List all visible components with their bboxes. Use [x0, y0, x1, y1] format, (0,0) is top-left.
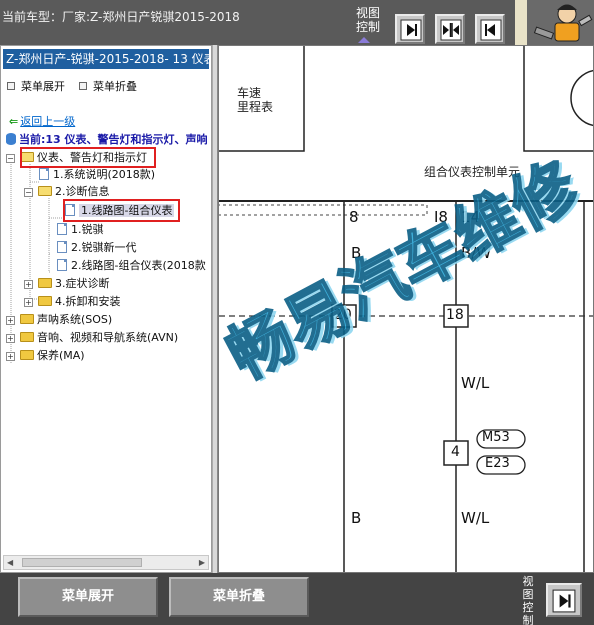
pin-8-label: 8: [349, 208, 359, 226]
arrow-left-icon: [480, 19, 502, 41]
split-view-button[interactable]: [435, 14, 465, 44]
mechanic-mascot-logo: [515, 0, 594, 45]
expand-toggle-icon[interactable]: +: [24, 298, 33, 307]
split-arrows-icon: [440, 19, 462, 41]
scroll-right-icon[interactable]: ▶: [199, 558, 205, 567]
expand-toggle-icon[interactable]: +: [6, 316, 15, 325]
view-control-label: 视图控制: [356, 6, 384, 43]
top-toolbar: 当前车型：厂家:Z-郑州日产锐骐2015-2018 视图控制: [0, 0, 594, 45]
tree-node-ruiqi[interactable]: 1.锐骐: [57, 222, 104, 238]
wire-color-wl-label: W/L: [461, 374, 490, 392]
tree-node-audio-video-navigation[interactable]: + 音响、视频和导航系统(AVN): [6, 330, 178, 346]
view-control-label-bottom: 视图控制: [522, 575, 534, 625]
expand-toggle-icon[interactable]: +: [6, 352, 15, 361]
folder-icon: [38, 278, 52, 288]
current-vehicle-label: 当前车型：厂家:Z-郑州日产锐骐2015-2018: [2, 10, 240, 24]
tree-node-removal-installation[interactable]: + 4.拆卸和安装: [24, 294, 121, 310]
tree-node-sonar-system[interactable]: + 声呐系统(SOS): [6, 312, 112, 328]
highlight-box-selected-item: [63, 199, 180, 222]
menu-collapse-button[interactable]: 菜单折叠: [169, 577, 309, 617]
tree-node-ruiqi-new-generation[interactable]: 2.锐骐新一代: [57, 240, 137, 256]
ground-m53-label: M53: [482, 430, 510, 445]
tree-node-system-description[interactable]: 1.系统说明(2018款): [39, 167, 155, 183]
next-view-button-bottom[interactable]: [546, 583, 582, 617]
horizontal-scrollbar[interactable]: ◀ ▶: [3, 555, 209, 570]
wire-color-wl-lower-label: W/L: [461, 509, 490, 527]
tree-node-diagnostic-info[interactable]: − 2.诊断信息: [24, 184, 110, 200]
previous-view-button[interactable]: [475, 14, 505, 44]
connector-4-label: 4: [451, 444, 460, 460]
folder-icon: [20, 332, 34, 342]
highlight-box-category: [20, 147, 156, 168]
document-icon: [57, 223, 67, 235]
connector-18-label: 18: [446, 307, 464, 323]
folder-open-icon: [38, 186, 52, 196]
tree-node-wiring-diagram-cluster-2018[interactable]: 2.线路图-组合仪表(2018款: [57, 258, 206, 274]
document-icon: [57, 259, 67, 271]
navigation-panel: Z-郑州日产-锐骐-2015-2018- 13 仪表 菜单展开 菜单折叠 ⇐ 返回…: [0, 45, 212, 573]
expand-toggle-icon[interactable]: +: [24, 280, 33, 289]
wiring-diagram-view: 车速 里程表 组合仪表控制单元 8 I8 14 B B/W 20 18 W/L …: [218, 45, 594, 573]
app-window: 当前车型：厂家:Z-郑州日产锐骐2015-2018 视图控制 Z-郑州日产-锐骐…: [0, 0, 594, 625]
tree-node-symptom-diagnosis[interactable]: + 3.症状诊断: [24, 276, 110, 292]
ground-e23-label: E23: [485, 456, 510, 471]
arrow-right-icon: [400, 19, 422, 41]
expand-toggle-icon[interactable]: +: [6, 334, 15, 343]
folder-icon: [20, 314, 34, 324]
collapse-toggle-icon[interactable]: −: [6, 154, 15, 163]
scrollbar-thumb[interactable]: [22, 558, 142, 567]
speedometer-label: 车速 里程表: [237, 86, 274, 114]
next-view-button[interactable]: [395, 14, 425, 44]
bottom-toolbar: 菜单展开 菜单折叠 视图控制: [0, 573, 594, 625]
triangle-icon: [358, 37, 370, 43]
document-icon: [39, 168, 49, 180]
folder-icon: [38, 296, 52, 306]
scroll-left-icon[interactable]: ◀: [7, 558, 13, 567]
folder-icon: [20, 350, 34, 360]
tree-node-maintenance[interactable]: + 保养(MA): [6, 348, 85, 364]
wire-color-b-lower-label: B: [351, 509, 362, 527]
arrow-right-icon: [552, 589, 576, 613]
collapse-toggle-icon[interactable]: −: [24, 188, 33, 197]
menu-expand-button[interactable]: 菜单展开: [18, 577, 158, 617]
document-icon: [57, 241, 67, 253]
